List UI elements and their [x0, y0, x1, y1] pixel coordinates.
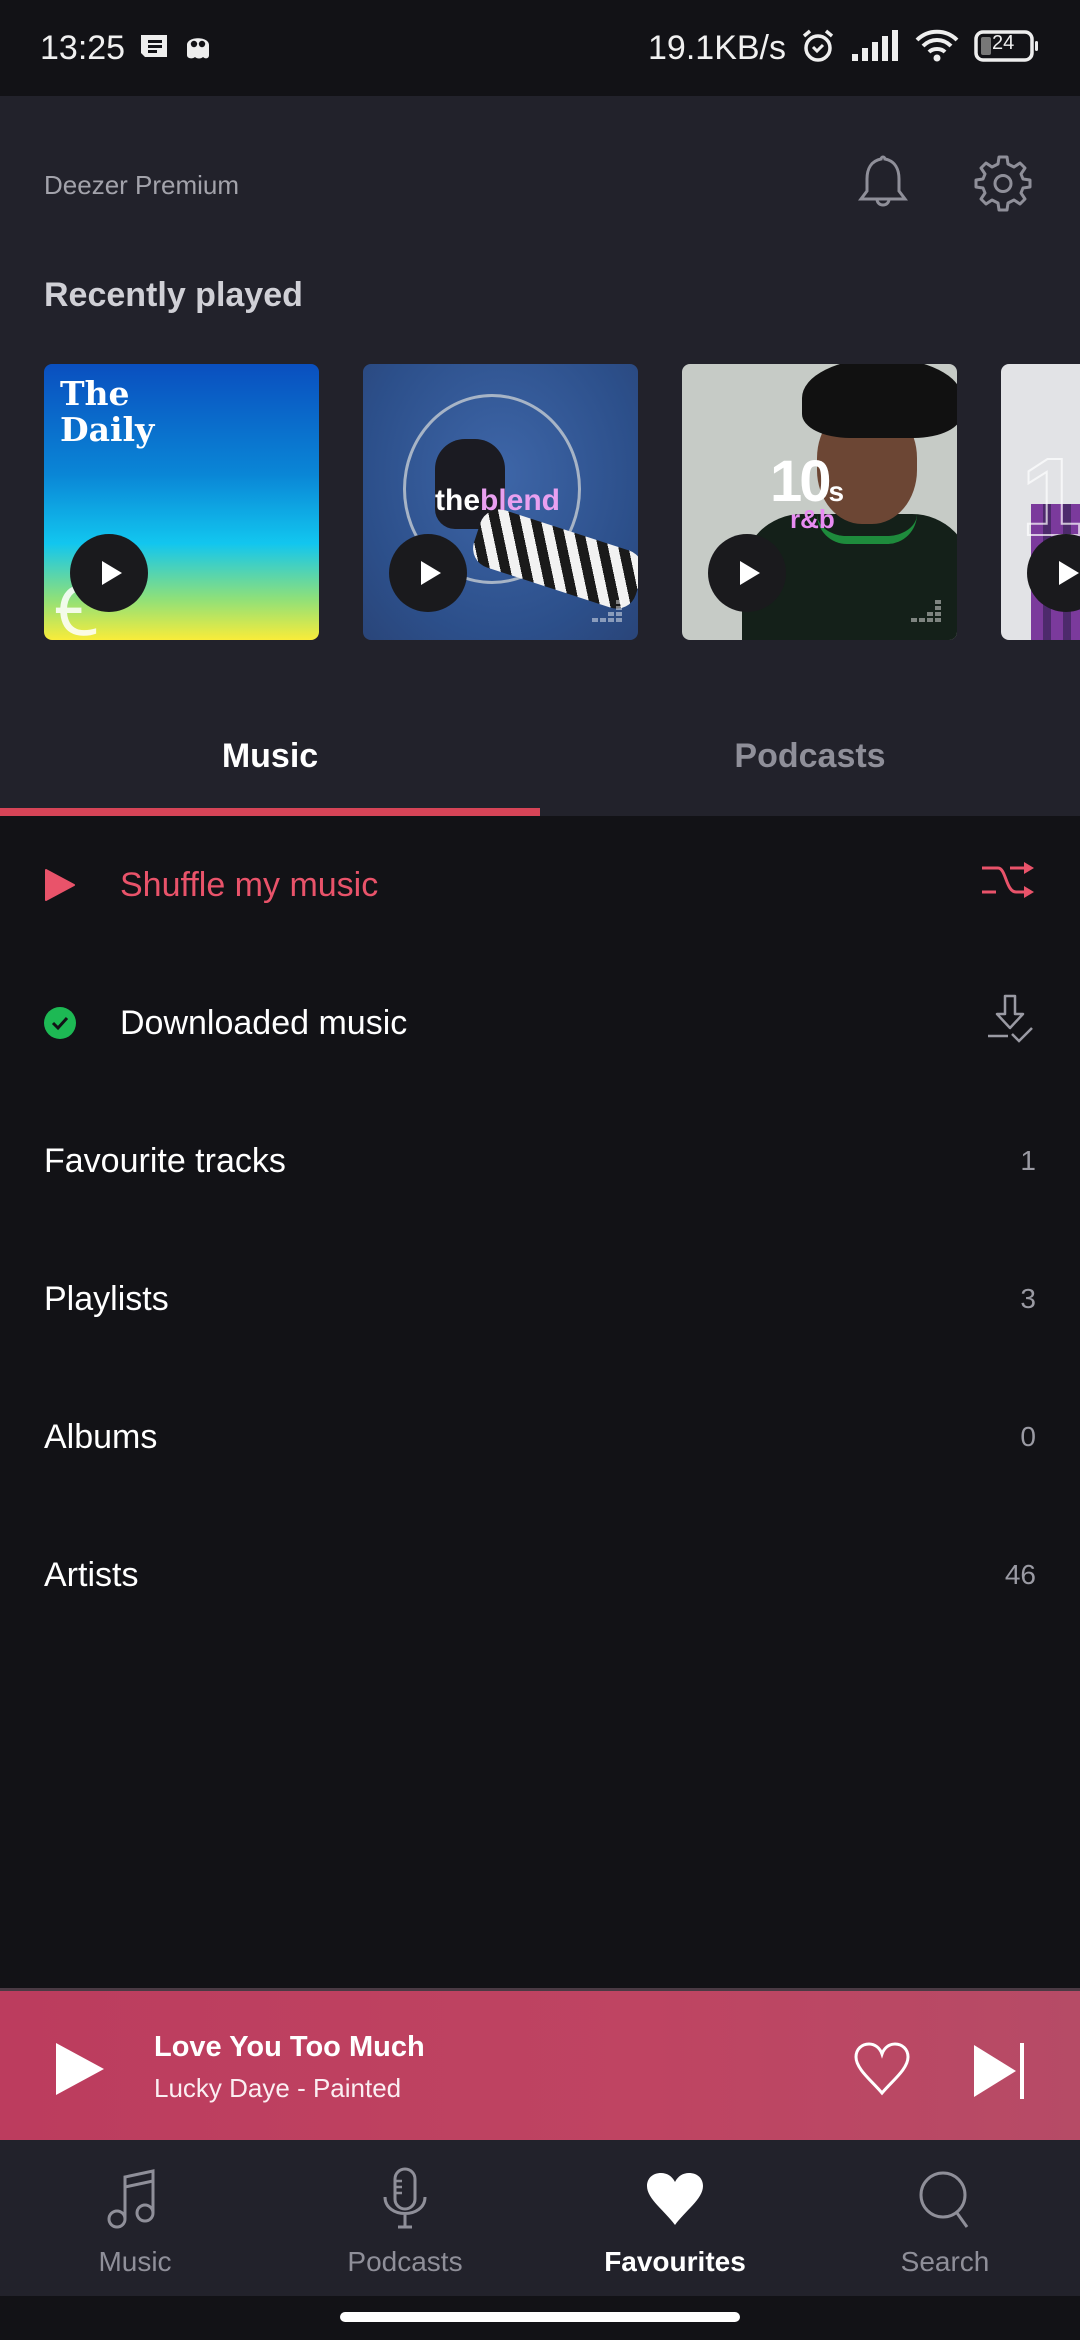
track-title: Love You Too Much	[154, 2031, 425, 2063]
card-play-button[interactable]	[70, 534, 148, 612]
cover-title-accent: blend	[480, 484, 560, 517]
shuffle-my-music-row[interactable]: Shuffle my music	[0, 816, 1080, 954]
cover-art-hair	[802, 364, 957, 438]
recent-card-partial[interactable]: 1	[1001, 364, 1080, 640]
mini-player-play-button[interactable]	[50, 2039, 110, 2099]
check-circle-icon	[44, 1007, 76, 1039]
cover-line: The	[60, 374, 130, 413]
card-play-button[interactable]	[708, 534, 786, 612]
row-label: Playlists	[44, 1279, 169, 1318]
shuffle-icon[interactable]	[980, 861, 1036, 909]
active-tab-indicator	[0, 808, 540, 816]
card-cover-title: theblend	[435, 484, 560, 518]
deezer-logo-icon	[592, 600, 622, 622]
downloaded-icon	[986, 994, 1036, 1053]
net-speed: 19.1KB/s	[648, 28, 786, 67]
skip-next-icon	[974, 2043, 1024, 2099]
recently-played-title: Recently played	[44, 276, 303, 314]
skip-next-button[interactable]	[970, 2041, 1030, 2101]
row-label: Albums	[44, 1417, 158, 1456]
artists-row[interactable]: Artists 46	[0, 1506, 1080, 1644]
alarm-icon	[800, 28, 836, 69]
settings-button[interactable]	[968, 148, 1038, 218]
track-artist-album: Lucky Daye - Painted	[154, 2073, 402, 2103]
row-count: 46	[1004, 1559, 1036, 1590]
row-count: 3	[1020, 1283, 1036, 1314]
status-time: 13:25	[40, 28, 126, 67]
top-panel: Deezer Premium Recently played The Daily…	[0, 96, 1080, 816]
microphone-icon	[370, 2164, 440, 2234]
header: Deezer Premium	[0, 96, 1080, 276]
row-count: 1	[1020, 1145, 1036, 1176]
card-play-button[interactable]	[389, 534, 467, 612]
recently-played-carousel[interactable]: The Daily Ꞓ theblend 10s r&b 1	[44, 364, 1080, 640]
notes-icon	[139, 32, 169, 65]
nav-favourites[interactable]: Favourites	[540, 2140, 810, 2296]
row-label: Artists	[44, 1555, 139, 1594]
nav-label: Search	[900, 2246, 990, 2277]
status-right: 19.1KB/s 24	[648, 28, 1040, 69]
like-button[interactable]	[852, 2041, 912, 2097]
shuffle-label: Shuffle my music	[120, 865, 379, 904]
battery-level: 24	[992, 31, 1015, 54]
tab-podcasts[interactable]: Podcasts	[540, 696, 1080, 816]
music-note-icon	[100, 2164, 170, 2234]
status-bar: 13:25 19.1KB/s 24	[0, 0, 1080, 96]
battery-icon: 24	[974, 29, 1040, 68]
tab-music[interactable]: Music	[0, 696, 540, 816]
nav-label: Music	[98, 2246, 172, 2277]
signal-icon	[850, 29, 900, 67]
gear-icon	[974, 155, 1032, 212]
notifications-button[interactable]	[848, 148, 918, 218]
nav-label: Podcasts	[347, 2246, 463, 2277]
card-cover-subtitle: r&b	[790, 504, 835, 534]
nav-music[interactable]: Music	[0, 2140, 270, 2296]
bell-icon	[858, 155, 908, 207]
deezer-logo-icon	[911, 600, 941, 622]
wifi-icon	[914, 28, 960, 69]
recent-card-the-daily[interactable]: The Daily Ꞓ	[44, 364, 319, 640]
status-left: 13:25	[40, 29, 213, 68]
playlists-row[interactable]: Playlists 3	[0, 1230, 1080, 1368]
gesture-handle[interactable]	[340, 2312, 740, 2322]
heart-icon	[640, 2164, 710, 2234]
bottom-nav: Music Podcasts Favourites Search	[0, 2140, 1080, 2296]
account-label: Deezer Premium	[44, 170, 240, 200]
tab-label: Podcasts	[734, 736, 886, 775]
row-label: Favourite tracks	[44, 1141, 286, 1180]
cover-title-suffix: s	[828, 476, 845, 507]
recent-card-the-blend[interactable]: theblend	[363, 364, 638, 640]
mini-player[interactable]: Love You Too Much Lucky Daye - Painted	[0, 1988, 1080, 2140]
albums-row[interactable]: Albums 0	[0, 1368, 1080, 1506]
favourite-tracks-row[interactable]: Favourite tracks 1	[0, 1092, 1080, 1230]
downloaded-label: Downloaded music	[120, 1003, 408, 1042]
nav-search[interactable]: Search	[810, 2140, 1080, 2296]
downloaded-music-row[interactable]: Downloaded music	[0, 954, 1080, 1092]
nav-label: Favourites	[604, 2246, 746, 2277]
ghost-icon	[183, 31, 213, 66]
play-icon	[44, 869, 76, 901]
cover-title-prefix: the	[435, 484, 480, 517]
search-icon	[910, 2164, 980, 2234]
content-tabs: Music Podcasts	[0, 696, 1080, 816]
play-icon	[56, 2043, 104, 2095]
heart-outline-icon	[854, 2042, 910, 2096]
tab-label: Music	[221, 736, 319, 775]
cover-line: Daily	[60, 410, 155, 449]
nav-podcasts[interactable]: Podcasts	[270, 2140, 540, 2296]
card-cover-title: The Daily	[60, 376, 154, 448]
row-count: 0	[1020, 1421, 1036, 1452]
recent-card-10s-rnb[interactable]: 10s r&b	[682, 364, 957, 640]
